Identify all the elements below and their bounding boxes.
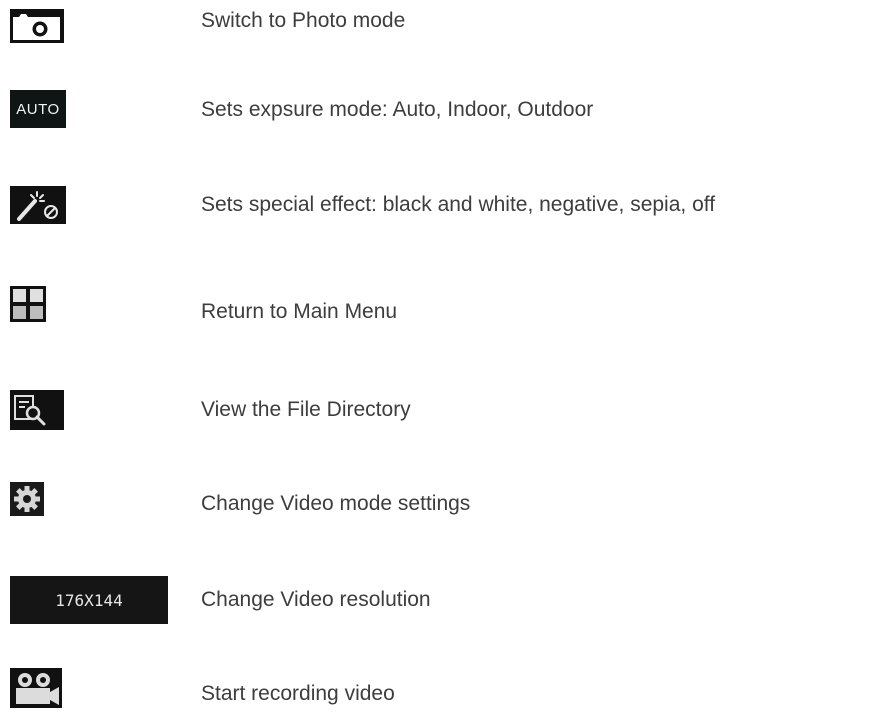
- auto-exposure-icon: AUTO: [10, 90, 66, 128]
- video-camera-icon: [10, 668, 62, 708]
- legend-row-record-video: Start recording video: [0, 668, 896, 728]
- legend-row-special-effect: Sets special effect: black and white, ne…: [0, 186, 896, 246]
- magic-wand-effect-icon: [10, 186, 66, 224]
- legend-row-exposure: AUTO Sets expsure mode: Auto, Indoor, Ou…: [0, 90, 896, 150]
- legend-row-main-menu: Return to Main Menu: [0, 286, 896, 346]
- gear-icon: [10, 482, 44, 516]
- legend-row-file-directory: View the File Directory: [0, 390, 896, 450]
- exposure-label: Sets expsure mode: Auto, Indoor, Outdoor: [201, 98, 594, 121]
- resolution-icon: 176X144: [10, 576, 168, 624]
- legend-row-video-resolution: 176X144 Change Video resolution: [0, 576, 896, 636]
- file-directory-label: View the File Directory: [201, 398, 411, 421]
- video-resolution-label: Change Video resolution: [201, 588, 431, 611]
- legend-row-photo-mode: Switch to Photo mode: [0, 0, 896, 60]
- special-effect-label: Sets special effect: black and white, ne…: [201, 193, 716, 216]
- legend-row-video-settings: Change Video mode settings: [0, 482, 896, 542]
- main-menu-label: Return to Main Menu: [201, 300, 398, 323]
- photo-mode-label: Switch to Photo mode: [201, 9, 406, 32]
- camera-icon: [10, 9, 64, 43]
- grid-menu-icon: [10, 286, 46, 322]
- file-search-icon: [10, 390, 64, 430]
- record-video-label: Start recording video: [201, 682, 395, 705]
- video-settings-label: Change Video mode settings: [201, 492, 471, 515]
